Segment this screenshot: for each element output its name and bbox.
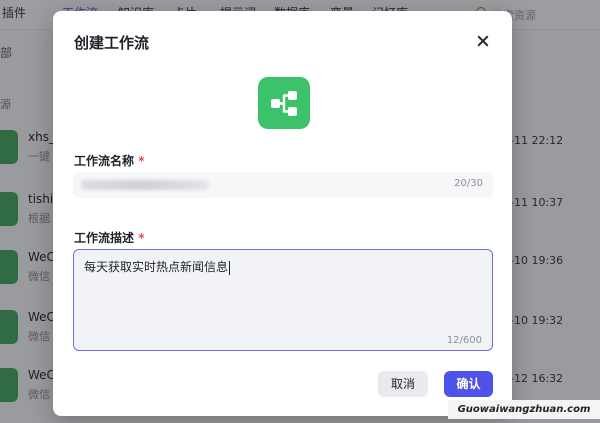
description-value: 每天获取实时热点新闻信息	[84, 260, 229, 274]
dialog-title: 创建工作流	[74, 34, 150, 52]
name-field-label: 工作流名称 *	[74, 152, 144, 169]
blurred-name-value	[81, 180, 209, 190]
required-mark: *	[138, 231, 145, 245]
workflow-glyph	[271, 91, 297, 116]
workflow-icon[interactable]	[258, 77, 310, 129]
close-icon[interactable]	[473, 31, 493, 51]
workflow-name-input[interactable]: 20/30	[73, 172, 493, 198]
desc-char-count: 12/600	[446, 335, 482, 346]
name-label-text: 工作流名称	[74, 154, 135, 168]
confirm-button[interactable]: 确认	[444, 371, 493, 397]
create-workflow-dialog: 创建工作流 工作流名称 * 20/30 工作流描述 * 每天获取实时热点新闻信息…	[53, 11, 512, 416]
cancel-button[interactable]: 取消	[378, 371, 428, 397]
description-value-line: 每天获取实时热点新闻信息	[84, 258, 231, 275]
desc-label-text: 工作流描述	[74, 231, 135, 245]
name-char-count: 20/30	[454, 178, 483, 189]
watermark: Guowaiwangzhuan.com	[448, 400, 600, 419]
workflow-description-textarea[interactable]: 每天获取实时热点新闻信息 12/600	[73, 249, 493, 351]
required-mark: *	[138, 154, 145, 168]
text-caret	[229, 260, 231, 275]
desc-field-label: 工作流描述 *	[74, 229, 144, 246]
